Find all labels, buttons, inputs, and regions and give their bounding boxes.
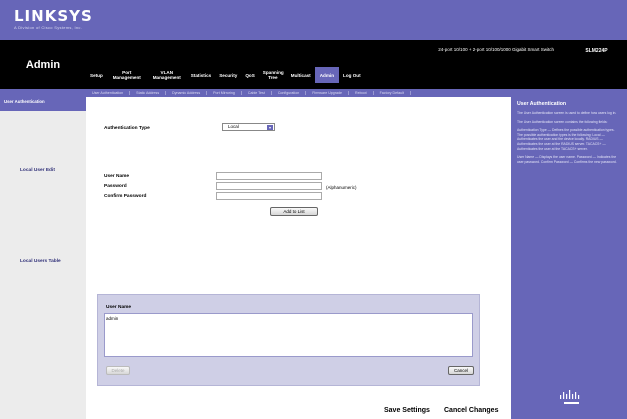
subnav-cable-test[interactable]: Cable Test	[242, 91, 272, 95]
section-local-users-table: Local Users Table	[20, 259, 61, 264]
cancel-button[interactable]: Cancel	[448, 366, 474, 375]
help-paragraph: The User Authentication screen contains …	[517, 119, 608, 124]
main-nav: Setup Port Management VLAN Management St…	[86, 61, 627, 89]
cancel-changes-button[interactable]: Cancel Changes	[444, 407, 498, 414]
help-paragraph: The User Authentication screen is used t…	[517, 111, 617, 115]
password-label: Password	[104, 184, 127, 189]
confirm-password-field[interactable]	[216, 192, 322, 200]
section-title: Admin	[0, 40, 86, 89]
nav-vlan-management[interactable]: VLAN Management	[147, 70, 187, 80]
nav-security[interactable]: Security	[215, 73, 241, 78]
subnav-configuration[interactable]: Configuration	[272, 91, 307, 95]
help-paragraph: Authentication Type — Defines the possib…	[517, 128, 615, 151]
subnav-user-authentication[interactable]: User Authentication	[86, 91, 131, 95]
nav-qos[interactable]: QoS	[241, 73, 258, 78]
delete-button[interactable]: Delete	[106, 366, 130, 375]
table-header-user-name: User Name	[104, 302, 473, 313]
user-name-label: User Name	[104, 174, 130, 179]
chevron-down-icon: ▾	[267, 125, 273, 130]
section-local-user-edit: Local User Edit	[20, 168, 55, 173]
subnav-firmware-upgrade[interactable]: Firmware Upgrade	[306, 91, 349, 95]
subnav-static-address[interactable]: Static Address	[130, 91, 167, 95]
subnav-dynamic-address[interactable]: Dynamic Address	[166, 91, 208, 95]
model-name: SLM224P	[566, 40, 627, 61]
subnav-reboot[interactable]: Reboot	[349, 91, 374, 95]
nav-statistics[interactable]: Statistics	[187, 73, 215, 78]
auth-type-select[interactable]: Local ▾	[222, 123, 275, 131]
password-field[interactable]	[216, 182, 322, 190]
logo-tagline: A Division of Cisco Systems, Inc.	[14, 25, 83, 30]
cisco-logo-icon	[560, 390, 580, 404]
subnav-factory-default[interactable]: Factory Default	[374, 91, 411, 95]
users-table	[104, 313, 473, 357]
nav-port-management[interactable]: Port Management	[107, 70, 147, 80]
user-name-field[interactable]	[216, 172, 322, 180]
add-to-list-button[interactable]: Add to List	[270, 207, 318, 216]
save-settings-button[interactable]: Save Settings	[384, 407, 430, 414]
help-title: User Authentication	[517, 101, 567, 107]
subnav-port-mirroring[interactable]: Port Mirroring	[207, 91, 242, 95]
confirm-password-label: Confirm Password	[104, 194, 147, 199]
table-row[interactable]: admin	[106, 316, 118, 321]
nav-admin[interactable]: Admin	[314, 67, 340, 83]
left-active-label: User Authentication	[4, 99, 45, 104]
linksys-logo: LINKSYS	[14, 7, 93, 25]
auth-type-label: Authentication Type	[104, 126, 150, 131]
sub-nav: User Authentication Static Address Dynam…	[86, 89, 411, 97]
device-info: 24-port 10/100 + 2-port 10/100/1000 Giga…	[438, 47, 554, 52]
device-info-bar: 24-port 10/100 + 2-port 10/100/1000 Giga…	[86, 40, 566, 61]
nav-spanning-tree[interactable]: Spanning Tree	[259, 70, 287, 80]
brand-bar	[0, 0, 627, 40]
nav-setup[interactable]: Setup	[86, 73, 107, 78]
password-hint: (Alphanumeric)	[326, 185, 357, 190]
help-body: The User Authentication screen is used t…	[517, 111, 620, 168]
left-column	[0, 97, 86, 419]
nav-multicast[interactable]: Multicast	[287, 73, 315, 78]
auth-type-value: Local	[228, 124, 239, 129]
nav-logout[interactable]: Log Out	[339, 73, 365, 78]
help-paragraph: User Name — Displays the user name. Pass…	[517, 155, 617, 164]
